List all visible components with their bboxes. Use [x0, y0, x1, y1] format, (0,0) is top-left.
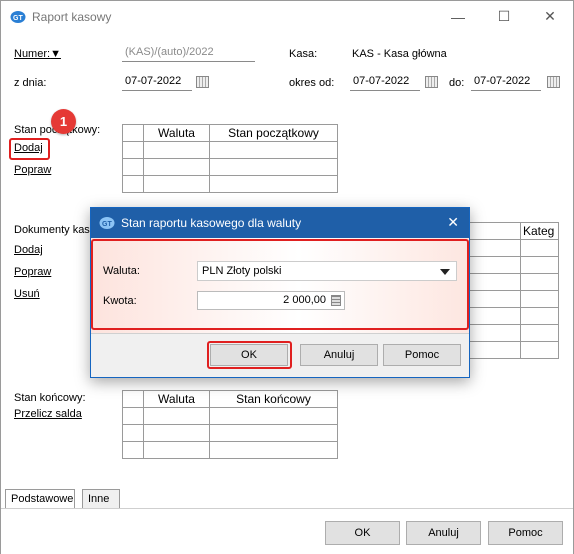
calendar-icon[interactable]: [547, 76, 560, 88]
period-to-field[interactable]: 07-07-2022: [471, 73, 541, 91]
divider: [91, 333, 469, 334]
callout-badge: 1: [51, 109, 76, 134]
period-to-label: do:: [449, 77, 465, 89]
documents-add-link[interactable]: Dodaj: [14, 244, 43, 256]
tab-inne[interactable]: Inne: [82, 489, 120, 509]
close-button[interactable]: ✕: [527, 1, 573, 32]
date-field[interactable]: 07-07-2022: [122, 73, 192, 91]
highlight-frame: [9, 138, 50, 160]
dialog-help-button[interactable]: Pomoc: [383, 344, 461, 366]
kasa-label: Kasa:: [289, 48, 318, 60]
svg-text:GT: GT: [102, 221, 112, 228]
help-button[interactable]: Pomoc: [488, 521, 563, 545]
title-bar: GT Raport kasowy — ☐ ✕: [1, 1, 573, 32]
highlight-frame: [91, 239, 469, 330]
tab-podstawowe[interactable]: Podstawowe: [5, 489, 75, 509]
documents-edit-link[interactable]: Popraw: [14, 266, 51, 278]
cancel-button[interactable]: Anuluj: [406, 521, 481, 545]
opening-grid[interactable]: Waluta Stan początkowy: [122, 124, 338, 193]
app-logo-icon: GT: [10, 11, 26, 23]
column-header[interactable]: Waluta: [143, 390, 210, 408]
column-header[interactable]: Stan końcowy: [209, 390, 338, 408]
column-header[interactable]: Stan początkowy: [209, 124, 338, 142]
recalc-link[interactable]: Przelicz salda: [14, 408, 82, 420]
documents-delete-link[interactable]: Usuń: [14, 288, 40, 300]
footer-bar: OK Anuluj Pomoc: [1, 508, 573, 554]
column-header[interactable]: Kateg: [520, 222, 559, 240]
dialog-cancel-button[interactable]: Anuluj: [300, 344, 378, 366]
window-title: Raport kasowy: [32, 10, 112, 24]
maximize-button[interactable]: ☐: [481, 1, 527, 32]
dialog-title: Stan raportu kasowego dla waluty: [121, 216, 302, 230]
calendar-icon[interactable]: [425, 76, 438, 88]
closing-grid[interactable]: Waluta Stan końcowy: [122, 390, 338, 459]
opening-edit-link[interactable]: Popraw: [14, 164, 51, 176]
period-from-field[interactable]: 07-07-2022: [350, 73, 420, 91]
kasa-value[interactable]: KAS - Kasa główna: [352, 48, 447, 60]
dialog-title-bar: GT Stan raportu kasowego dla waluty ✕: [91, 208, 469, 238]
column-header[interactable]: Waluta: [143, 124, 210, 142]
highlight-frame: [207, 341, 292, 369]
app-logo-icon: GT: [99, 217, 115, 229]
minimize-button[interactable]: —: [435, 1, 481, 32]
svg-text:GT: GT: [13, 15, 23, 22]
number-field[interactable]: (KAS)/(auto)/2022: [122, 44, 255, 62]
currency-balance-dialog: GT Stan raportu kasowego dla waluty ✕ Wa…: [90, 207, 470, 378]
ok-button[interactable]: OK: [325, 521, 400, 545]
number-label[interactable]: Numer:▼: [14, 48, 61, 60]
calendar-icon[interactable]: [196, 76, 209, 88]
date-label: z dnia:: [14, 77, 47, 89]
close-icon[interactable]: ✕: [447, 214, 459, 231]
closing-section-label: Stan końcowy:: [14, 392, 86, 404]
period-from-label: okres od:: [289, 77, 335, 89]
